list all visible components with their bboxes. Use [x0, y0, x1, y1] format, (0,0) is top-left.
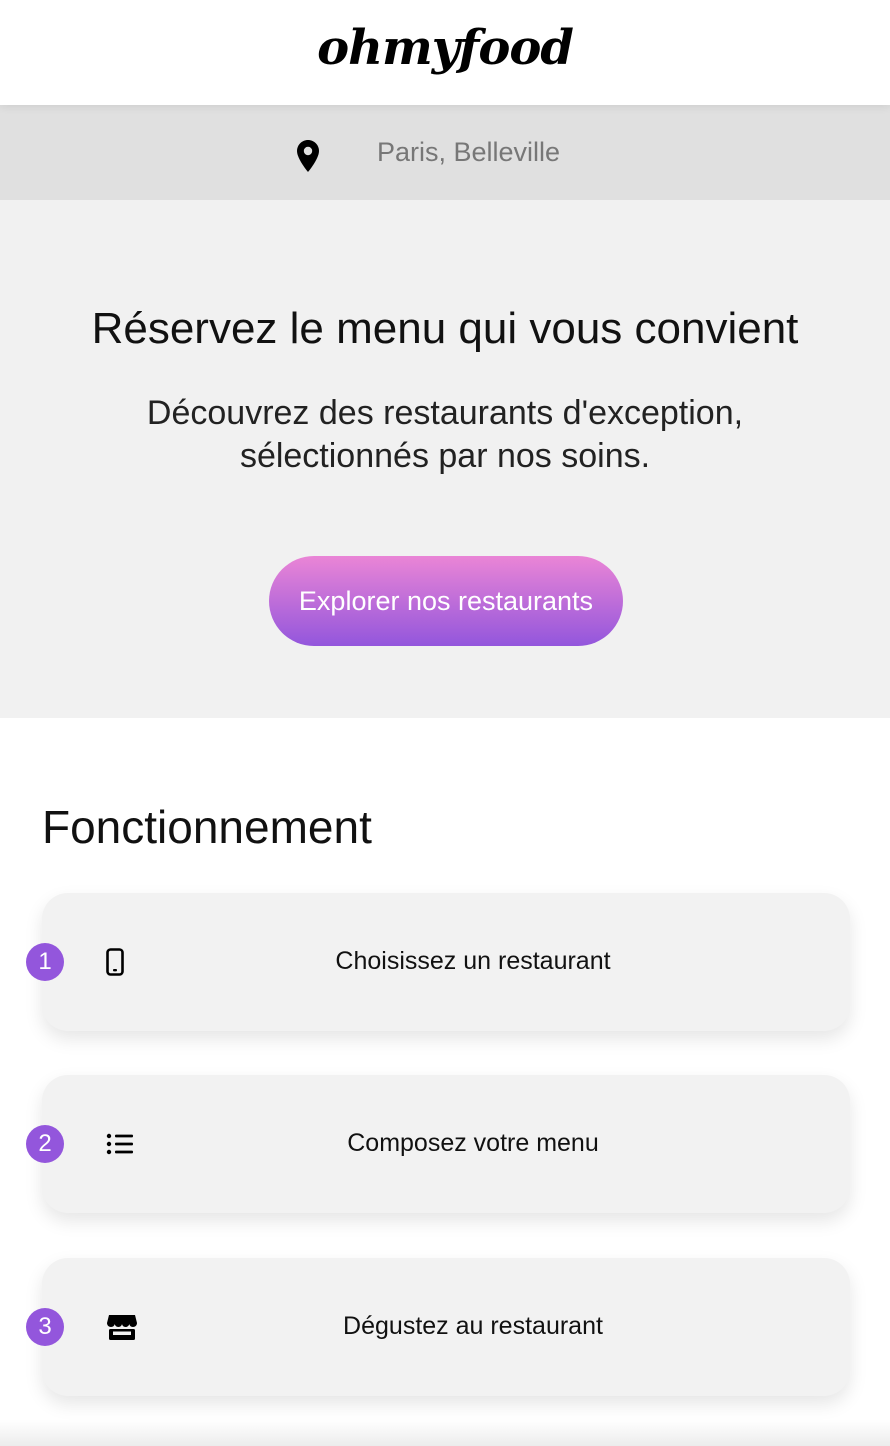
step-label: Composez votre menu — [347, 1129, 599, 1157]
location-text[interactable]: Paris, Belleville — [377, 137, 560, 168]
location-pin-icon — [297, 140, 319, 172]
step-label: Dégustez au restaurant — [343, 1312, 603, 1340]
bottom-fade — [0, 1420, 890, 1446]
explore-restaurants-button[interactable]: Explorer nos restaurants — [269, 556, 623, 646]
hero-title: Réservez le menu qui vous convient — [91, 304, 799, 353]
site-header: ohmyfood — [0, 0, 890, 105]
how-it-works-title: Fonctionnement — [42, 801, 372, 853]
logo[interactable]: ohmyfood — [317, 20, 574, 76]
hero-subtitle-line-1: Découvrez des restaurants d'exception, — [146, 394, 744, 432]
step-label: Choisissez un restaurant — [335, 947, 611, 975]
location-bar: Paris, Belleville — [0, 105, 890, 200]
step-card-choose-restaurant: 1 Choisissez un restaurant — [26, 893, 850, 1031]
hero-subtitle-line-2: sélectionnés par nos soins. — [239, 437, 651, 475]
hero-section: Réservez le menu qui vous convient Décou… — [0, 200, 890, 718]
hero-subtitle: Découvrez des restaurants d'exception, s… — [120, 392, 770, 478]
step-card-compose-menu: 2 Composez votre menu — [26, 1075, 850, 1213]
step-card-taste-restaurant: 3 Dégustez au restaurant — [26, 1258, 850, 1396]
